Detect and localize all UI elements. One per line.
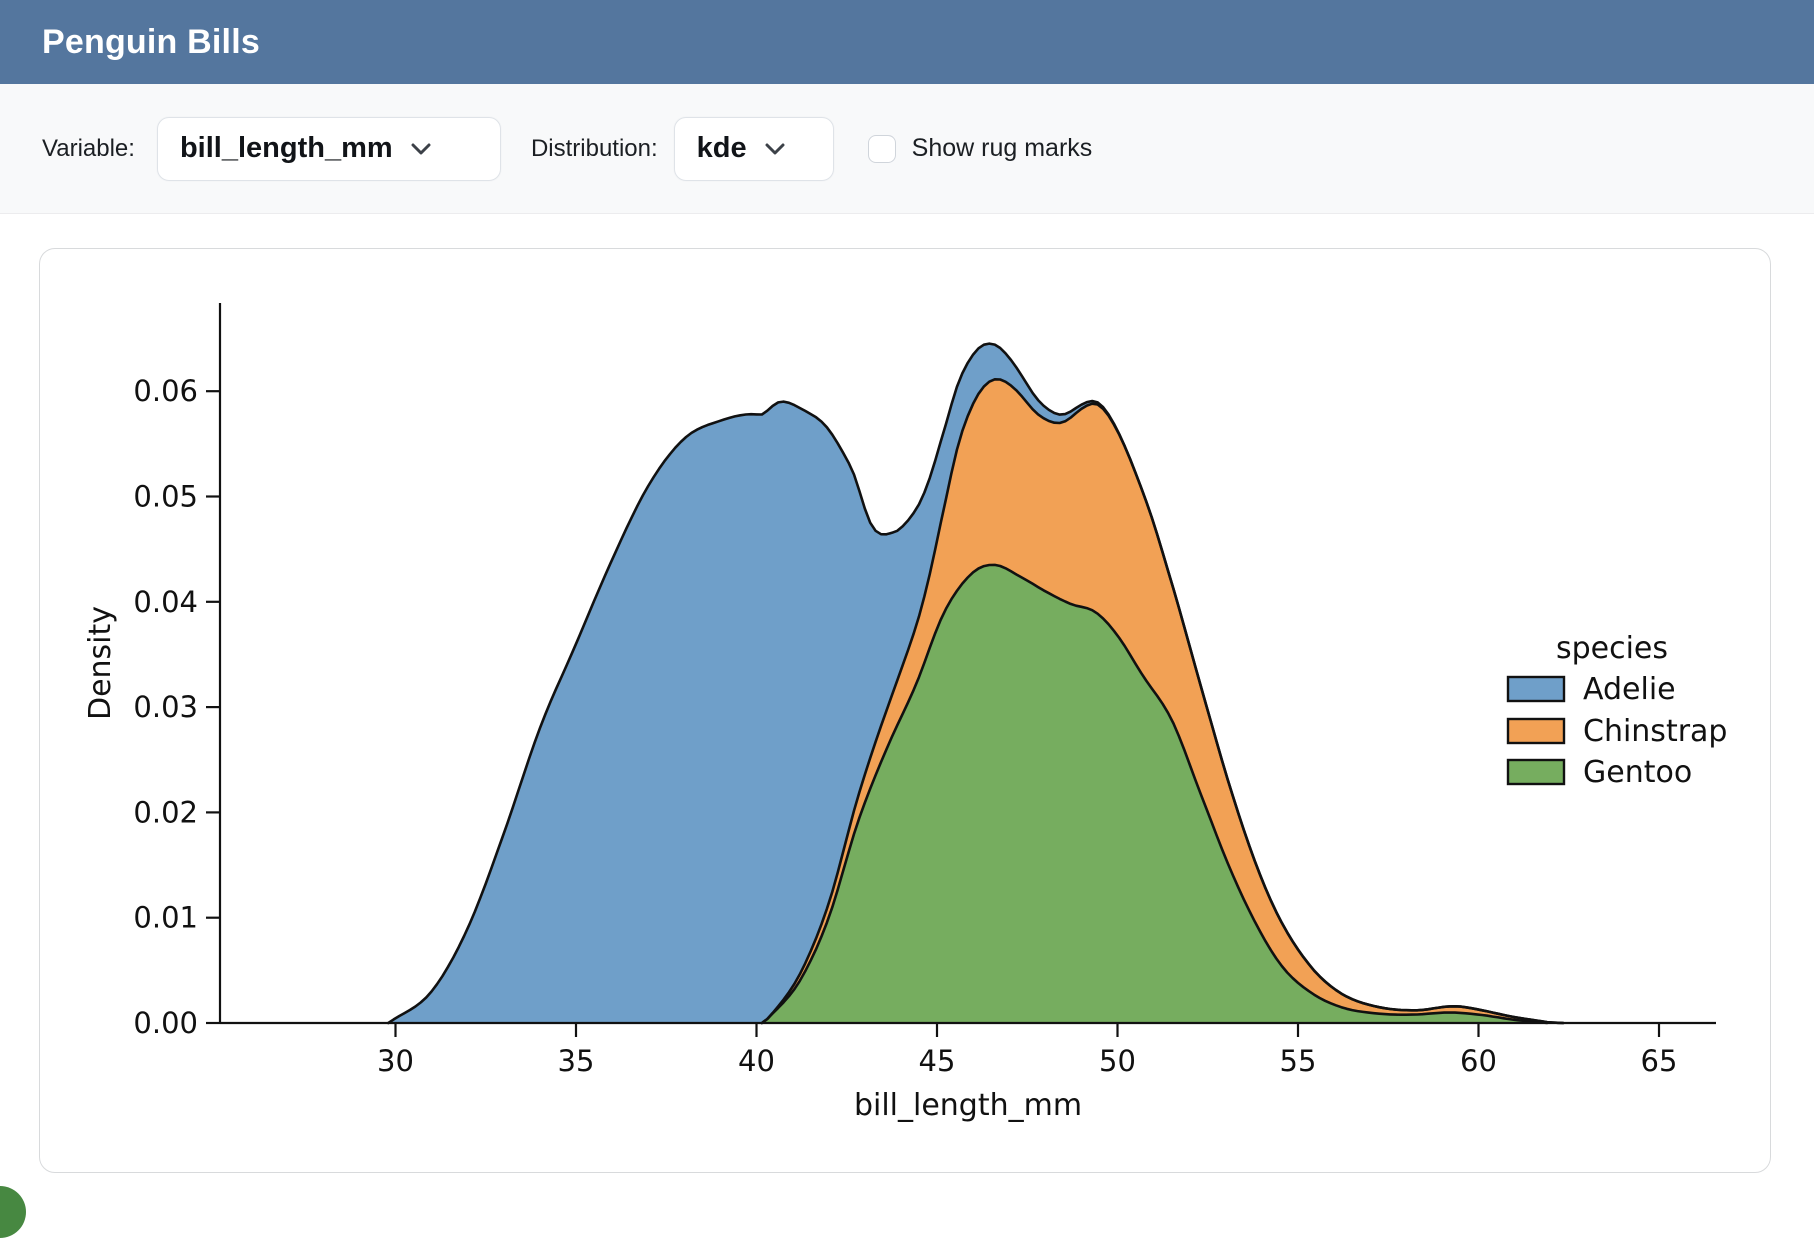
density-chart: 30 35 40 45 50 55 60 65 0.00 0.01 0.02 0.03 0.04 0.05… [40, 249, 1772, 1174]
variable-label: Variable: [42, 135, 135, 163]
svg-text:0.05: 0.05 [133, 480, 198, 514]
distribution-select[interactable]: kde [674, 117, 834, 181]
svg-text:50: 50 [1099, 1044, 1136, 1078]
app-title: Penguin Bills [42, 23, 260, 62]
svg-text:Adelie: Adelie [1583, 672, 1676, 707]
corner-badge[interactable] [0, 1186, 26, 1238]
variable-select-value: bill_length_mm [180, 132, 393, 165]
variable-select[interactable]: bill_length_mm [157, 117, 501, 181]
svg-text:bill_length_mm: bill_length_mm [854, 1088, 1082, 1123]
svg-text:45: 45 [919, 1044, 956, 1078]
svg-text:0.04: 0.04 [133, 585, 198, 619]
svg-text:species: species [1556, 631, 1668, 666]
svg-text:55: 55 [1280, 1044, 1317, 1078]
header-bar: Penguin Bills [0, 0, 1814, 84]
rug-checkbox-label: Show rug marks [912, 134, 1093, 163]
legend: species Adelie Chinstrap Gentoo [1508, 631, 1727, 790]
svg-text:40: 40 [738, 1044, 775, 1078]
svg-text:65: 65 [1641, 1044, 1678, 1078]
svg-text:0.01: 0.01 [133, 901, 198, 935]
svg-text:0.03: 0.03 [133, 690, 198, 724]
svg-text:Density: Density [83, 606, 118, 720]
svg-text:Chinstrap: Chinstrap [1583, 714, 1727, 749]
svg-text:30: 30 [377, 1044, 414, 1078]
svg-text:Gentoo: Gentoo [1583, 755, 1692, 790]
svg-text:35: 35 [558, 1044, 595, 1078]
rug-checkbox[interactable] [868, 135, 896, 163]
toolbar: Variable: bill_length_mm Distribution: k… [0, 84, 1814, 214]
svg-text:0.00: 0.00 [133, 1006, 198, 1040]
plot-card: 30 35 40 45 50 55 60 65 0.00 0.01 0.02 0.03 0.04 0.05… [39, 248, 1771, 1173]
chevron-down-icon [411, 142, 431, 156]
svg-text:60: 60 [1460, 1044, 1497, 1078]
chevron-down-icon [765, 142, 785, 156]
svg-text:0.06: 0.06 [133, 374, 198, 408]
distribution-label: Distribution: [531, 135, 658, 163]
svg-text:0.02: 0.02 [133, 795, 198, 829]
distribution-select-value: kde [697, 132, 747, 165]
